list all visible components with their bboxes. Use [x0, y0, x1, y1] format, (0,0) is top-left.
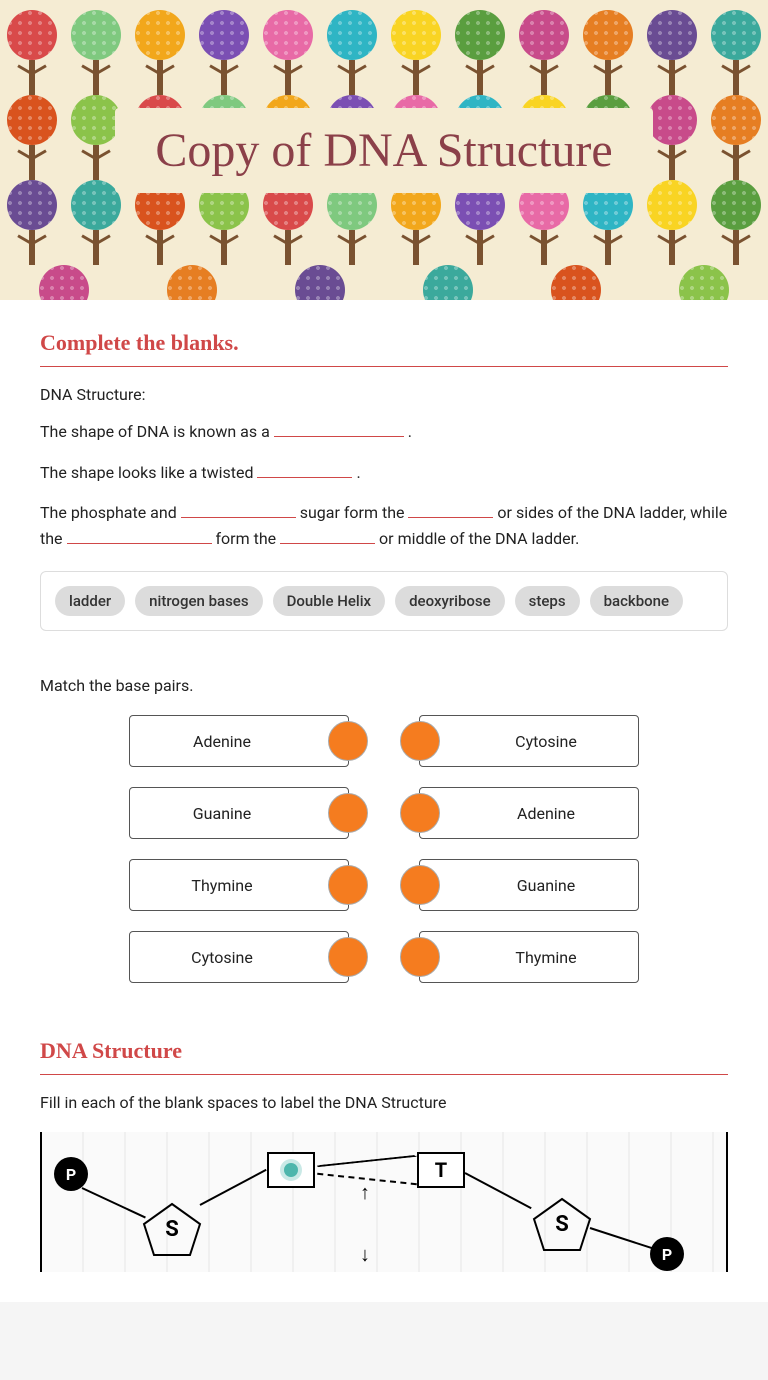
fill-line-2: The shape looks like a twisted . — [40, 460, 728, 486]
match-label: Cytosine — [515, 732, 577, 751]
match-item[interactable]: Thymine — [129, 859, 349, 911]
word-chip[interactable]: ladder — [55, 586, 125, 616]
section-dna-structure: DNA Structure Fill in each of the blank … — [40, 1038, 728, 1272]
bond-line — [200, 1169, 267, 1206]
word-chip[interactable]: nitrogen bases — [135, 586, 262, 616]
blank-input[interactable] — [274, 421, 404, 437]
phosphate-label: P — [54, 1157, 88, 1191]
match-item[interactable]: Guanine — [419, 859, 639, 911]
match-connector-dot[interactable] — [328, 721, 368, 761]
arrow-down-icon: ↓ — [360, 1242, 370, 1267]
text: . — [356, 463, 360, 482]
bond-line — [465, 1172, 532, 1209]
text: . — [408, 422, 412, 441]
match-connector-dot[interactable] — [400, 937, 440, 977]
arrow-up-icon: ↑ — [360, 1180, 370, 1205]
sugar-label: S — [142, 1202, 202, 1257]
text: The phosphate and — [40, 503, 181, 522]
text: The shape of DNA is known as a — [40, 422, 274, 441]
match-item[interactable]: Adenine — [419, 787, 639, 839]
text: form the — [215, 529, 280, 548]
section-divider — [40, 1074, 728, 1075]
word-chip[interactable]: backbone — [590, 586, 684, 616]
match-item[interactable]: Cytosine — [129, 931, 349, 983]
word-chip[interactable]: Double Helix — [273, 586, 386, 616]
fill-line-1: The shape of DNA is known as a . — [40, 419, 728, 445]
page-title: Copy of DNA Structure — [155, 123, 612, 178]
header-banner: Copy of DNA Structure — [0, 0, 768, 300]
instruction-text: Fill in each of the blank spaces to labe… — [40, 1093, 728, 1112]
word-chip[interactable]: steps — [515, 586, 580, 616]
match-item[interactable]: Cytosine — [419, 715, 639, 767]
word-chip[interactable]: deoxyribose — [395, 586, 505, 616]
section-heading: DNA Structure — [40, 1038, 728, 1064]
title-banner: Copy of DNA Structure — [115, 108, 652, 193]
match-item[interactable]: Guanine — [129, 787, 349, 839]
blank-input[interactable] — [408, 502, 493, 518]
match-connector-dot[interactable] — [400, 865, 440, 905]
section-divider — [40, 366, 728, 367]
match-label: Adenine — [517, 804, 575, 823]
fill-line-3: The phosphate and sugar form the or side… — [40, 500, 728, 551]
sugar-label: S — [532, 1197, 592, 1252]
match-heading: Match the base pairs. — [40, 676, 728, 695]
match-label: Adenine — [193, 732, 251, 751]
base-box-t: T — [417, 1152, 465, 1188]
blank-input[interactable] — [67, 528, 212, 544]
text: The shape looks like a twisted — [40, 463, 257, 482]
match-container: AdenineGuanineThymineCytosine CytosineAd… — [40, 715, 728, 983]
match-connector-dot[interactable] — [400, 721, 440, 761]
match-label: Cytosine — [191, 948, 253, 967]
section-complete-blanks: Complete the blanks. DNA Structure: The … — [40, 330, 728, 983]
match-label: Guanine — [517, 876, 575, 895]
text: sugar form the — [300, 503, 409, 522]
match-item[interactable]: Thymine — [419, 931, 639, 983]
match-connector-dot[interactable] — [328, 865, 368, 905]
bond-line — [590, 1227, 652, 1249]
match-label: Thymine — [515, 948, 576, 967]
match-connector-dot[interactable] — [400, 793, 440, 833]
match-label: Thymine — [191, 876, 252, 895]
section-heading: Complete the blanks. — [40, 330, 728, 356]
dna-diagram[interactable]: P S ↑ ↓ T S P — [40, 1132, 728, 1272]
match-column-right: Cytosine Adenine Guanine Thymine — [419, 715, 639, 983]
match-connector-dot[interactable] — [328, 937, 368, 977]
hydrogen-bond — [317, 1155, 417, 1167]
blank-input[interactable] — [257, 462, 352, 478]
word-bank: ladder nitrogen bases Double Helix deoxyrib… — [40, 571, 728, 631]
content-area: Complete the blanks. DNA Structure: The … — [0, 300, 768, 1302]
match-item[interactable]: Adenine — [129, 715, 349, 767]
match-connector-dot[interactable] — [328, 793, 368, 833]
match-column-left: Adenine Guanine Thymine Cytosine — [129, 715, 349, 983]
answer-marker-icon — [284, 1163, 298, 1177]
blank-input[interactable] — [181, 502, 296, 518]
bond-line — [82, 1187, 146, 1218]
blank-input[interactable] — [280, 528, 375, 544]
match-label: Guanine — [193, 804, 251, 823]
subtitle: DNA Structure: — [40, 385, 728, 404]
text: or middle of the DNA ladder. — [379, 529, 579, 548]
phosphate-label: P — [650, 1237, 684, 1271]
base-box-blank[interactable] — [267, 1152, 315, 1188]
